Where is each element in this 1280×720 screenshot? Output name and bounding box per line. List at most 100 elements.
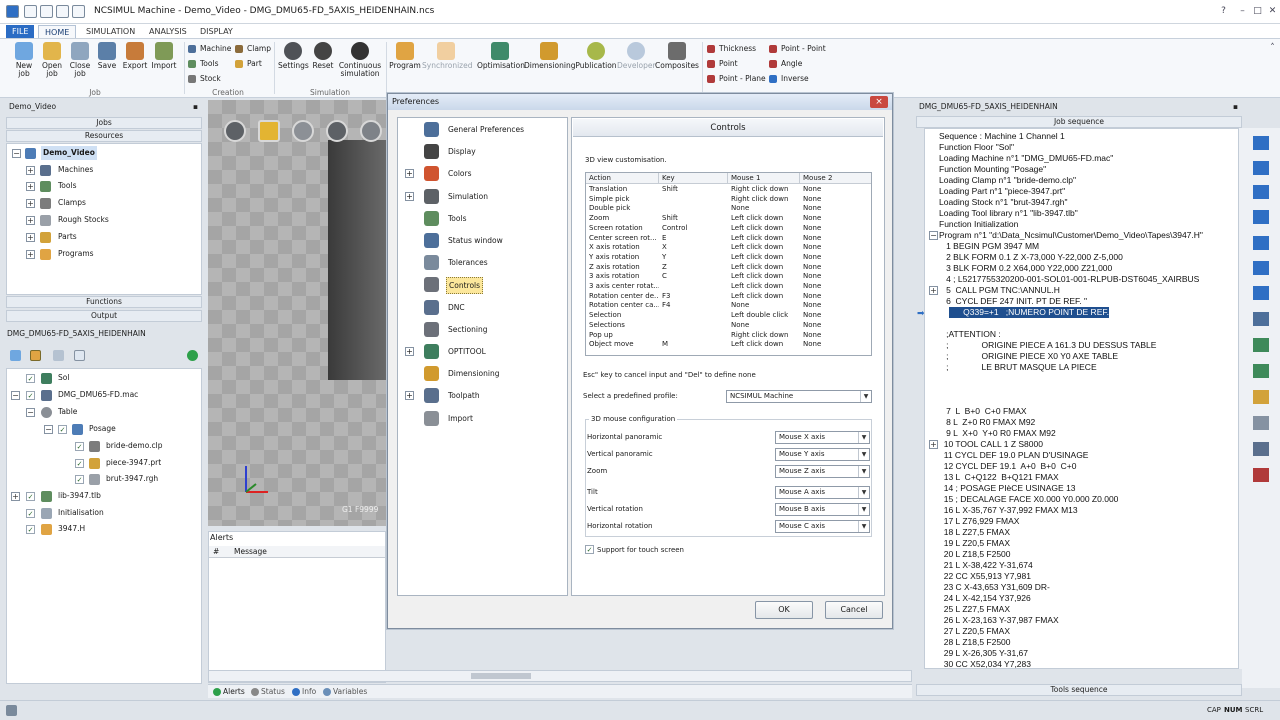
table-cell[interactable]: Simple pick bbox=[586, 195, 659, 205]
table-cell[interactable]: X axis rotation bbox=[586, 243, 659, 253]
comment-icon[interactable] bbox=[74, 350, 85, 361]
code-line[interactable]: 15 ; DECALAGE FACE X0.000 Y0.000 Z0.000 bbox=[939, 494, 1119, 505]
table-cell[interactable]: F4 bbox=[659, 301, 728, 311]
code-line[interactable]: Sequence : Machine 1 Channel 1 bbox=[939, 131, 1065, 142]
write-icon[interactable] bbox=[1253, 416, 1269, 430]
checkbox[interactable]: ✓ bbox=[75, 475, 84, 484]
table-cell[interactable]: None bbox=[800, 311, 871, 321]
expand-icon[interactable]: + bbox=[405, 391, 414, 401]
output-filter-icon[interactable] bbox=[53, 350, 64, 361]
code-line[interactable]: Loading Tool library n°1 "lib-3947.tlb" bbox=[939, 208, 1078, 219]
import-button[interactable]: Import bbox=[150, 42, 178, 70]
expand-icon[interactable]: + bbox=[26, 166, 35, 175]
tree-item-clamps[interactable]: Clamps bbox=[58, 196, 86, 210]
tab-display[interactable]: DISPLAY bbox=[194, 25, 239, 39]
nav-item-import[interactable]: Import bbox=[398, 408, 568, 430]
code-line[interactable]: 21 L X-38,422 Y-31,674 bbox=[939, 560, 1033, 571]
code-line[interactable]: Function Mounting "Posage" bbox=[939, 164, 1046, 175]
table-cell[interactable] bbox=[659, 195, 728, 205]
table-cell[interactable]: Rotation center de... bbox=[586, 292, 659, 302]
nav-item-toolpath[interactable]: + Toolpath bbox=[398, 385, 568, 407]
table-cell[interactable]: Left double click bbox=[728, 311, 800, 321]
pin-icon[interactable]: ▪ bbox=[1233, 102, 1238, 112]
table-cell[interactable]: Left click down bbox=[728, 292, 800, 302]
edit-icon[interactable] bbox=[1253, 364, 1269, 378]
developer-button[interactable]: Developer bbox=[617, 42, 656, 70]
code-line[interactable]: 5 CALL PGM TNC:\ANNUL.H bbox=[939, 285, 1060, 296]
checkbox[interactable]: ✓ bbox=[75, 459, 84, 468]
output-header[interactable]: Output bbox=[6, 310, 202, 322]
code-line[interactable]: Function Initialization bbox=[939, 219, 1018, 230]
table-cell[interactable]: None bbox=[800, 253, 871, 263]
point-plane-button[interactable]: Point - Plane bbox=[707, 73, 766, 84]
publication-button[interactable]: Publication bbox=[575, 42, 617, 70]
code-line[interactable]: ;ATTENTION : bbox=[939, 329, 1001, 340]
code-line[interactable]: 27 L Z20,5 FMAX bbox=[939, 626, 1010, 637]
dimensioning-button[interactable]: Dimensioning bbox=[524, 42, 575, 70]
save-icon[interactable] bbox=[56, 5, 69, 18]
output-item-clamp[interactable]: bride-demo.clp bbox=[106, 439, 163, 453]
thickness-button[interactable]: Thickness bbox=[707, 43, 756, 54]
3d-viewport[interactable]: G1 F9999 bbox=[208, 100, 386, 526]
tool-view-icon[interactable] bbox=[1253, 312, 1269, 326]
jobs-header[interactable]: Jobs bbox=[6, 117, 202, 129]
code-line[interactable]: Loading Clamp n°1 "bride-demo.clp" bbox=[939, 175, 1076, 186]
nav-item-display[interactable]: Display bbox=[398, 141, 568, 163]
tree-item-programs[interactable]: Programs bbox=[58, 247, 94, 261]
expand-icon[interactable]: + bbox=[405, 191, 414, 201]
angle-button[interactable]: Angle bbox=[769, 58, 802, 69]
checkbox[interactable]: ✓ bbox=[26, 525, 35, 534]
table-cell[interactable]: Selections bbox=[586, 321, 659, 331]
point-button[interactable]: Point bbox=[707, 58, 738, 69]
col-action[interactable]: Action bbox=[586, 173, 659, 184]
output-item-part[interactable]: piece-3947.prt bbox=[106, 456, 161, 470]
ribbon-collapse-icon[interactable]: ˄ bbox=[1266, 42, 1279, 54]
profile-select[interactable]: NCSIMUL Machine ▼ bbox=[726, 390, 872, 403]
zoom-icon[interactable] bbox=[326, 120, 348, 142]
expand-icon[interactable]: − bbox=[26, 408, 35, 417]
code-line[interactable]: Loading Machine n°1 "DMG_DMU65-FD.mac" bbox=[939, 153, 1113, 164]
table-cell[interactable]: Selection bbox=[586, 311, 659, 321]
output-item-sol[interactable]: Sol bbox=[58, 371, 69, 385]
table-cell[interactable]: Right click down bbox=[728, 185, 800, 195]
expand-icon[interactable]: + bbox=[929, 286, 938, 295]
expand-icon[interactable]: + bbox=[405, 169, 414, 179]
table-cell[interactable]: Rotation center ca... bbox=[586, 301, 659, 311]
tab-info[interactable]: Info bbox=[291, 686, 316, 698]
code-line[interactable]: ; ORIGINE PIECE X0 Y0 AXE TABLE bbox=[939, 351, 1118, 362]
view-mode-icon[interactable] bbox=[224, 120, 246, 142]
table-cell[interactable]: None bbox=[800, 282, 871, 292]
resources-header[interactable]: Resources bbox=[6, 130, 202, 142]
table-cell[interactable]: Double pick bbox=[586, 204, 659, 214]
rotate-icon[interactable] bbox=[360, 120, 382, 142]
table-cell[interactable]: Shift bbox=[659, 185, 728, 195]
table-cell[interactable]: E bbox=[659, 234, 728, 244]
functions-header[interactable]: Functions bbox=[6, 296, 202, 308]
continuous-simulation-button[interactable]: Continuous simulation bbox=[338, 42, 382, 78]
next-block-icon[interactable] bbox=[1253, 261, 1269, 275]
code-line[interactable]: 24 L X-42,154 Y37,926 bbox=[939, 593, 1031, 604]
table-cell[interactable]: None bbox=[800, 263, 871, 273]
table-cell[interactable]: Z bbox=[659, 263, 728, 273]
code-line[interactable]: 7 L B+0 C+0 FMAX bbox=[939, 406, 1026, 417]
ok-button[interactable]: OK bbox=[755, 601, 813, 619]
checkbox[interactable]: ✓ bbox=[26, 374, 35, 383]
col-mouse2[interactable]: Mouse 2 bbox=[800, 173, 871, 184]
nav-item-tolerances[interactable]: Tolerances bbox=[398, 252, 568, 274]
table-cell[interactable]: Right click down bbox=[728, 195, 800, 205]
nav-item-colors[interactable]: + Colors bbox=[398, 163, 568, 185]
new-file-icon[interactable] bbox=[24, 5, 37, 18]
table-cell[interactable]: Shift bbox=[659, 214, 728, 224]
table-cell[interactable]: X bbox=[659, 243, 728, 253]
horizontal-scrollbar[interactable] bbox=[208, 670, 912, 682]
code-line[interactable]: 28 L Z18,5 F2500 bbox=[939, 637, 1011, 648]
code-line[interactable]: 26 L X-23,163 Y-37,987 FMAX bbox=[939, 615, 1059, 626]
table-cell[interactable] bbox=[659, 321, 728, 331]
tab-alerts[interactable]: Alerts bbox=[212, 686, 245, 698]
tab-status[interactable]: Status bbox=[250, 686, 285, 698]
code-line[interactable]: 25 L Z27,5 FMAX bbox=[939, 604, 1010, 615]
pin-icon[interactable]: ▪ bbox=[193, 102, 198, 112]
code-line[interactable]: 16 L X-35,767 Y-37,992 FMAX M13 bbox=[939, 505, 1078, 516]
table-cell[interactable]: Left click down bbox=[728, 282, 800, 292]
output-item-stock[interactable]: brut-3947.rgh bbox=[106, 472, 158, 486]
